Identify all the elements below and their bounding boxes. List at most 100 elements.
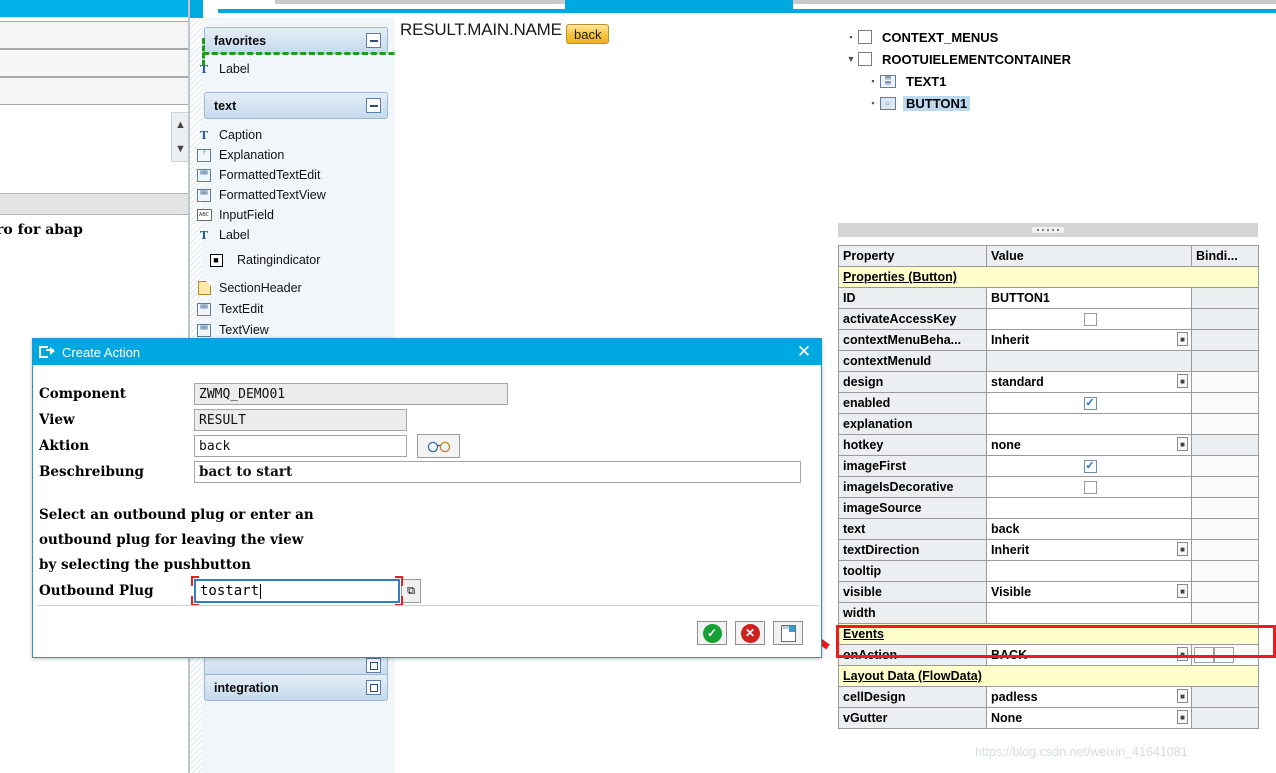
binding-cell[interactable] [1191,518,1259,540]
chevron-up-icon[interactable]: ▲ [175,119,186,131]
palette-item-formattedtextedit[interactable]: ▤▤ FormattedTextEdit [196,165,320,185]
property-value[interactable]: standard ■ [986,371,1192,393]
palette-group-text[interactable]: text [204,92,388,119]
palette-item-formattedtextview[interactable]: ▤▤ FormattedTextView [196,185,326,205]
aktion-input[interactable]: back [194,435,407,457]
property-value[interactable]: padless ■ [986,686,1192,708]
dropdown-icon[interactable]: ■ [1177,584,1188,598]
dropdown-icon[interactable]: ■ [1177,647,1188,661]
dialog-field-view[interactable]: View RESULT [39,408,819,432]
chevron-down-icon[interactable]: ▼ [175,143,186,155]
far-left-row-1[interactable] [0,21,190,49]
palette-item-textview[interactable]: ▤▤ TextView [196,320,269,340]
binding-cell[interactable] [1191,707,1259,729]
event-create-button[interactable] [1194,647,1214,663]
value-help-icon[interactable]: ⧉ [401,579,421,603]
property-value[interactable]: BACK ■ [986,644,1192,666]
palette-group-favorites[interactable]: favorites [204,27,388,54]
binding-cell[interactable] [1191,287,1259,309]
close-icon[interactable]: ✕ [793,342,815,362]
checkbox-icon[interactable] [858,52,872,66]
property-value[interactable] [986,497,1192,519]
dropdown-icon[interactable]: ■ [1177,689,1188,703]
binding-cell[interactable] [1191,476,1259,498]
glasses-icon[interactable] [417,434,460,458]
dialog-button-bar[interactable]: ✓ ✕ ≡≡≡ [697,621,803,645]
binding-cell[interactable] [1191,434,1259,456]
table-row-onaction[interactable]: onAction BACK ■ [838,644,1259,666]
table-row[interactable]: explanation [838,413,1259,435]
properties-table[interactable]: Property Value Bindi... Properties (Butt… [838,245,1259,729]
dialog-field-beschreibung[interactable]: Beschreibung bact to start [39,460,819,484]
palette-item-inputfield[interactable]: ABC InputField [196,205,274,225]
collapse-minus-icon[interactable] [366,33,381,48]
palette-item-explanation[interactable]: ? Explanation [196,145,284,165]
palette-item-caption[interactable]: T Caption [196,125,262,145]
ui-element-tree[interactable]: ▪ CONTEXT_MENUS ▼ ROOTUIELEMENTCONTAINER… [838,18,1258,214]
binding-cell[interactable] [1191,413,1259,435]
tree-node-context-menus[interactable]: ▪ CONTEXT_MENUS [838,26,1258,48]
dialog-field-component[interactable]: Component ZWMQ_DEMO01 [39,382,819,406]
property-value[interactable] [986,560,1192,582]
palette-item-label-text[interactable]: T Label [196,225,250,245]
dropdown-icon[interactable]: ■ [1177,542,1188,556]
column-header-value[interactable]: Value [986,245,1192,267]
event-action-buttons[interactable] [1191,644,1259,666]
property-value[interactable]: ✓ [986,392,1192,414]
table-row[interactable]: activateAccessKey [838,308,1259,330]
checkbox-checked-icon[interactable]: ✓ [1083,396,1097,410]
palette-group-integration[interactable]: integration [204,674,388,701]
table-row[interactable]: visible Visible ■ [838,581,1259,603]
confirm-button[interactable]: ✓ [697,621,727,645]
table-row[interactable]: hotkey none ■ [838,434,1259,456]
binding-cell[interactable] [1191,371,1259,393]
table-row[interactable]: design standard ■ [838,371,1259,393]
chevron-down-icon[interactable]: ▼ [844,54,858,64]
property-value[interactable]: back [986,518,1192,540]
binding-cell[interactable] [1191,686,1259,708]
tree-node-button1[interactable]: ▪ ▭ BUTTON1 [838,92,1258,114]
cancel-button[interactable]: ✕ [735,621,765,645]
property-value[interactable] [986,350,1192,372]
palette-item-ratingindicator[interactable]: ■ Ratingindicator [208,250,320,270]
collapse-minus-icon[interactable] [366,98,381,113]
binding-cell[interactable] [1191,392,1259,414]
binding-cell[interactable] [1191,455,1259,477]
tree-node-rootuielementcontainer[interactable]: ▼ ROOTUIELEMENTCONTAINER [838,48,1258,70]
table-row[interactable]: textDirection Inherit ■ [838,539,1259,561]
binding-cell[interactable] [1191,560,1259,582]
event-navigate-button[interactable] [1214,647,1234,663]
column-header-property[interactable]: Property [838,245,987,267]
far-left-row-2[interactable] [0,49,190,77]
dropdown-icon[interactable]: ■ [1177,710,1188,724]
property-value[interactable] [986,413,1192,435]
binding-cell[interactable] [1191,308,1259,330]
binding-cell[interactable] [1191,581,1259,603]
checkbox-checked-icon[interactable]: ✓ [1083,459,1097,473]
palette-item-textedit[interactable]: ▤▤ TextEdit [196,299,263,319]
binding-cell[interactable] [1191,350,1259,372]
table-row[interactable]: cellDesign padless ■ [838,686,1259,708]
property-value[interactable]: none ■ [986,434,1192,456]
table-row[interactable]: tooltip [838,560,1259,582]
outbound-plug-input[interactable]: tostart [194,579,400,603]
top-tab-strip[interactable] [190,0,1276,18]
expand-square-icon[interactable] [366,680,381,695]
far-left-row-3[interactable] [0,77,190,105]
property-value[interactable] [986,602,1192,624]
property-value[interactable]: Inherit ■ [986,539,1192,561]
property-value[interactable]: Visible ■ [986,581,1192,603]
checkbox-icon[interactable] [858,30,872,44]
dialog-field-outbound-plug[interactable]: Outbound Plug tostart ⧉ [39,576,819,606]
note-button[interactable]: ≡≡≡ [773,621,803,645]
table-row[interactable]: imageIsDecorative [838,476,1259,498]
canvas-back-button[interactable]: back [566,24,610,44]
table-row[interactable]: imageFirst ✓ [838,455,1259,477]
table-row[interactable]: ID BUTTON1 [838,287,1259,309]
property-value[interactable] [986,476,1192,498]
table-row[interactable]: enabled ✓ [838,392,1259,414]
dropdown-icon[interactable]: ■ [1177,437,1188,451]
dialog-title-bar[interactable]: Create Action ✕ [33,339,821,365]
splitter-grip-icon[interactable] [1032,227,1064,233]
binding-cell[interactable] [1191,602,1259,624]
